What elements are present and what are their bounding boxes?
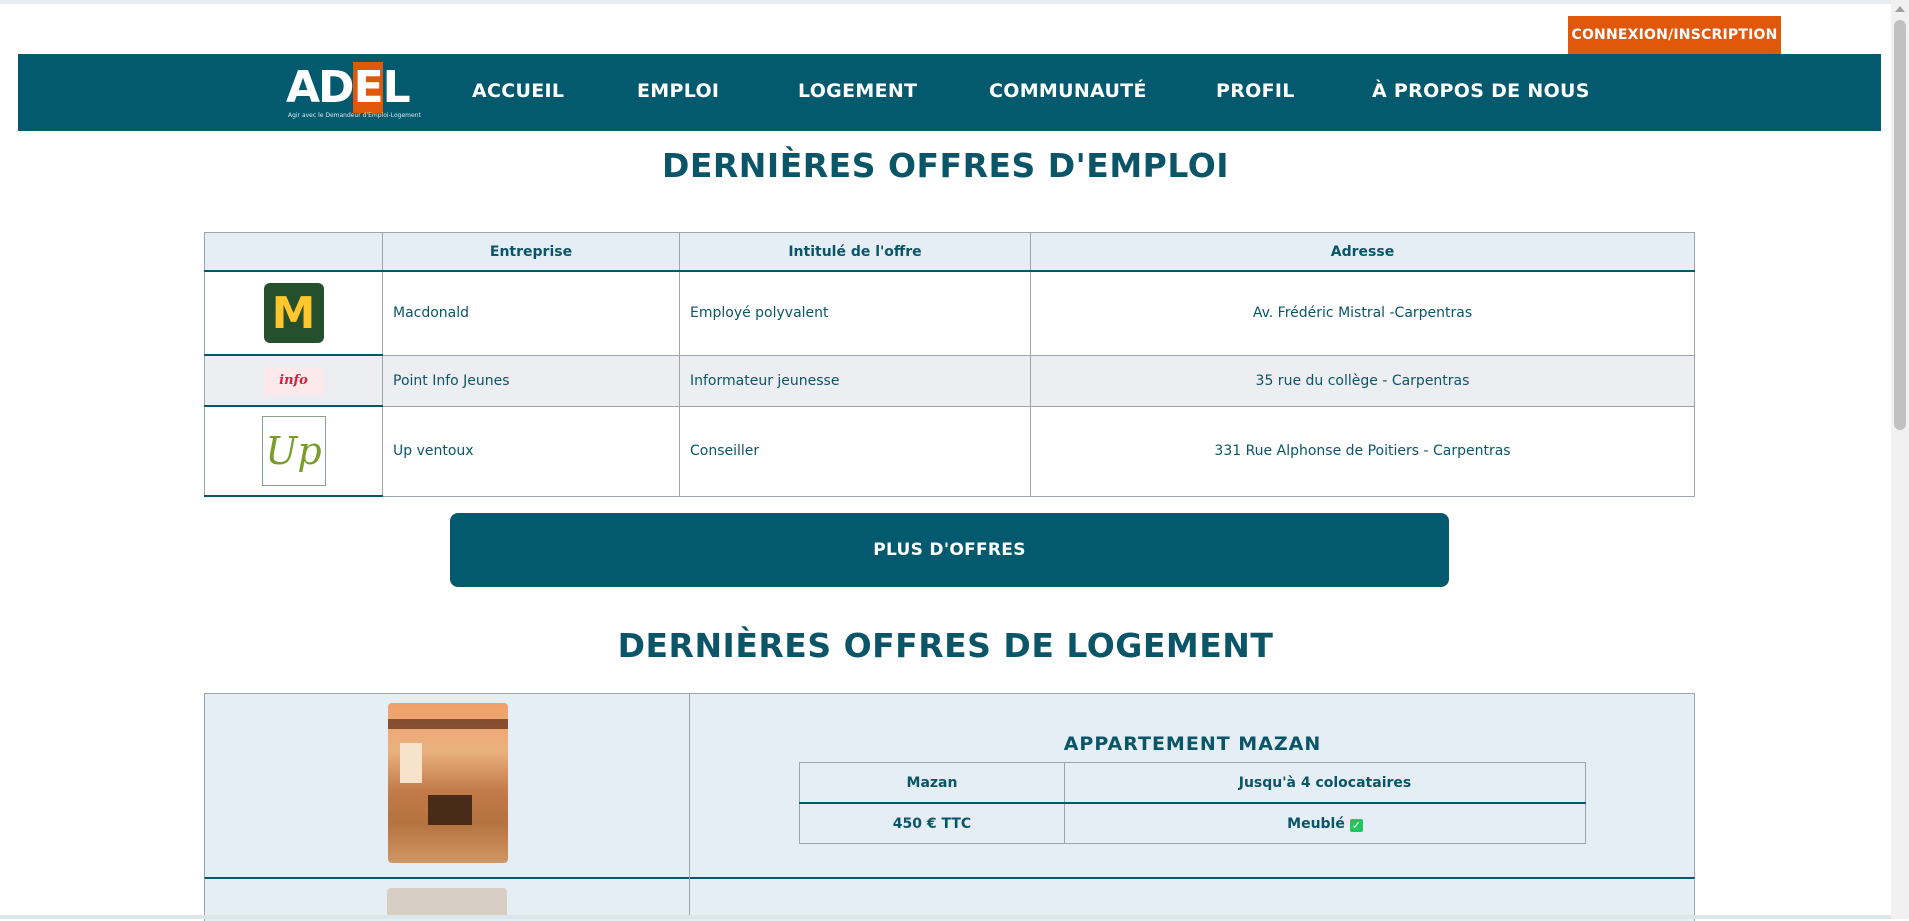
info-jeunes-logo: info (263, 366, 324, 395)
job-address: Av. Frédéric Mistral -Carpentras (1030, 270, 1695, 356)
housing-section-title: DERNIÈRES OFFRES DE LOGEMENT (617, 626, 1274, 665)
company-logo-cell: M (204, 270, 383, 356)
nav-accueil[interactable]: ACCUEIL (472, 80, 564, 102)
company-name: Up ventoux (382, 405, 680, 497)
top-border (0, 0, 1909, 4)
jobs-section-title: DERNIÈRES OFFRES D'EMPLOI (661, 146, 1230, 185)
col-logo (204, 232, 383, 272)
nav-profil[interactable]: PROFIL (1216, 80, 1295, 102)
nav-communaute[interactable]: COMMUNAUTÉ (989, 80, 1147, 102)
adel-logo[interactable]: ADEL Agir avec le Demandeur d'Emploi-Log… (268, 62, 421, 119)
scroll-up-icon[interactable] (1895, 6, 1905, 12)
table-row[interactable]: M Macdonald Employé polyvalent Av. Frédé… (204, 270, 1695, 356)
page-scrollbar[interactable] (1891, 0, 1909, 919)
housing-item[interactable]: APPARTEMENT MAZAN Mazan Jusqu'à 4 coloca… (204, 693, 1695, 880)
bottom-border (0, 915, 1891, 919)
apartment-details: Mazan Jusqu'à 4 colocataires 450 € TTC M… (799, 762, 1586, 844)
company-name: Macdonald (382, 270, 680, 356)
photo-table (428, 795, 472, 825)
login-register-button[interactable]: CONNEXION/INSCRIPTION (1568, 16, 1781, 54)
table-row[interactable]: info Point Info Jeunes Informateur jeune… (204, 354, 1695, 407)
main-navbar: ADEL Agir avec le Demandeur d'Emploi-Log… (18, 54, 1881, 131)
apartment-photo[interactable] (388, 703, 508, 863)
jobs-table: Entreprise Intitulé de l'offre Adresse M… (204, 232, 1695, 497)
job-address: 35 rue du collège - Carpentras (1030, 354, 1695, 407)
table-row[interactable]: Up Up ventoux Conseiller 331 Rue Alphons… (204, 405, 1695, 497)
nav-a-propos[interactable]: À PROPOS DE NOUS (1372, 80, 1590, 102)
furnished-label: Meublé (1287, 815, 1345, 832)
job-title: Informateur jeunesse (679, 354, 1031, 407)
apartment-capacity: Jusqu'à 4 colocataires (1064, 762, 1586, 804)
logo-tagline: Agir avec le Demandeur d'Emploi-Logement (288, 112, 421, 119)
jobs-table-header: Entreprise Intitulé de l'offre Adresse (204, 232, 1695, 272)
photo-beam (388, 719, 508, 729)
scrollbar-thumb[interactable] (1894, 20, 1906, 430)
company-name: Point Info Jeunes (382, 354, 680, 407)
nav-logement[interactable]: LOGEMENT (798, 80, 917, 102)
col-adresse: Adresse (1030, 232, 1695, 272)
check-icon: ✓ (1349, 818, 1363, 832)
up-ventoux-logo: Up (261, 416, 326, 486)
housing-column-divider (689, 693, 690, 919)
job-title: Employé polyvalent (679, 270, 1031, 356)
job-address: 331 Rue Alphonse de Poitiers - Carpentra… (1030, 405, 1695, 497)
housing-list: APPARTEMENT MAZAN Mazan Jusqu'à 4 coloca… (204, 693, 1695, 921)
photo-window (400, 743, 422, 783)
nav-emploi[interactable]: EMPLOI (637, 80, 719, 102)
logo-wordmark: ADEL (286, 62, 411, 113)
col-intitule: Intitulé de l'offre (679, 232, 1031, 272)
company-logo-cell: info (204, 354, 383, 407)
company-logo-cell: Up (204, 405, 383, 497)
apartment-city: Mazan (799, 762, 1065, 804)
more-offers-button[interactable]: PLUS D'OFFRES (450, 513, 1449, 587)
job-title: Conseiller (679, 405, 1031, 497)
apartment-price: 450 € TTC (799, 802, 1065, 844)
apartment-title: APPARTEMENT MAZAN (1063, 733, 1322, 755)
col-entreprise: Entreprise (382, 232, 680, 272)
mcdonalds-logo: M (263, 283, 324, 343)
apartment-furnished: Meublé ✓ (1064, 802, 1586, 844)
